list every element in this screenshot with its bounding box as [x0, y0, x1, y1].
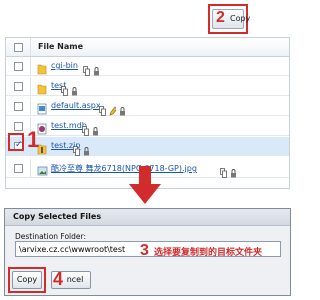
copy-icon[interactable] [220, 163, 227, 178]
copy-icon[interactable] [99, 101, 106, 116]
copy-files-dialog: Copy Selected Files Destination Folder: … [4, 208, 291, 296]
lock-icon[interactable] [93, 61, 100, 76]
table-row[interactable]: default.aspx [6, 97, 289, 116]
folder-icon [37, 60, 47, 75]
file-name-link[interactable]: 酷冷至尊 舞龙6718(NPC-6718-GP).jpg [51, 163, 197, 174]
row-actions [220, 163, 237, 178]
lock-icon[interactable] [230, 163, 237, 178]
lock-icon[interactable] [92, 121, 99, 136]
lock-icon[interactable] [71, 81, 78, 96]
lock-icon[interactable] [83, 141, 90, 156]
step-3-note: 选择要复制到的目标文件夹 [154, 248, 263, 258]
down-arrow-icon [129, 166, 161, 204]
step-3-badge: 3 [140, 242, 149, 259]
file-name-link[interactable]: cgi-bin [51, 61, 78, 70]
image-file-icon [37, 162, 48, 176]
row-checkbox[interactable] [14, 62, 23, 71]
copy-icon[interactable] [61, 81, 68, 96]
row-actions [73, 141, 90, 156]
row-checkbox[interactable] [14, 82, 23, 91]
dialog-title: Copy Selected Files [5, 209, 290, 226]
row-checkbox[interactable] [14, 164, 23, 173]
row-actions [61, 81, 78, 96]
folder-icon [37, 80, 47, 95]
step-4-badge: 4 [53, 269, 64, 289]
file-name-link[interactable]: default.aspx [51, 101, 101, 110]
copy-confirm-button[interactable]: Copy [12, 271, 42, 289]
table-row[interactable]: test.mdb [6, 117, 289, 136]
step-2-badge: 2 [216, 9, 225, 26]
row-checkbox[interactable] [14, 102, 23, 111]
row-actions [83, 61, 100, 76]
file-manager-panel: Copy 2 File Name cgi-bin test default.aspx… [0, 0, 295, 205]
copy-icon[interactable] [83, 61, 90, 76]
file-name-column-header[interactable]: File Name [38, 42, 83, 51]
lock-icon[interactable] [119, 101, 126, 116]
copy-icon[interactable] [82, 121, 89, 136]
step-1-badge: 1 [27, 127, 40, 152]
table-row[interactable]: test [6, 77, 289, 96]
select-all-checkbox[interactable] [14, 43, 23, 52]
table-row[interactable]: cgi-bin [6, 57, 289, 76]
table-row[interactable]: test.zip [6, 137, 289, 156]
row-actions [82, 121, 99, 136]
copy-icon[interactable] [73, 141, 80, 156]
checkbox-highlight [8, 133, 24, 151]
destination-label: Destination Folder: [15, 232, 86, 241]
row-actions [99, 101, 126, 116]
aspx-file-icon [37, 100, 47, 115]
edit-icon[interactable] [109, 101, 118, 116]
table-header: File Name [6, 38, 289, 57]
row-checkbox[interactable] [14, 122, 23, 131]
